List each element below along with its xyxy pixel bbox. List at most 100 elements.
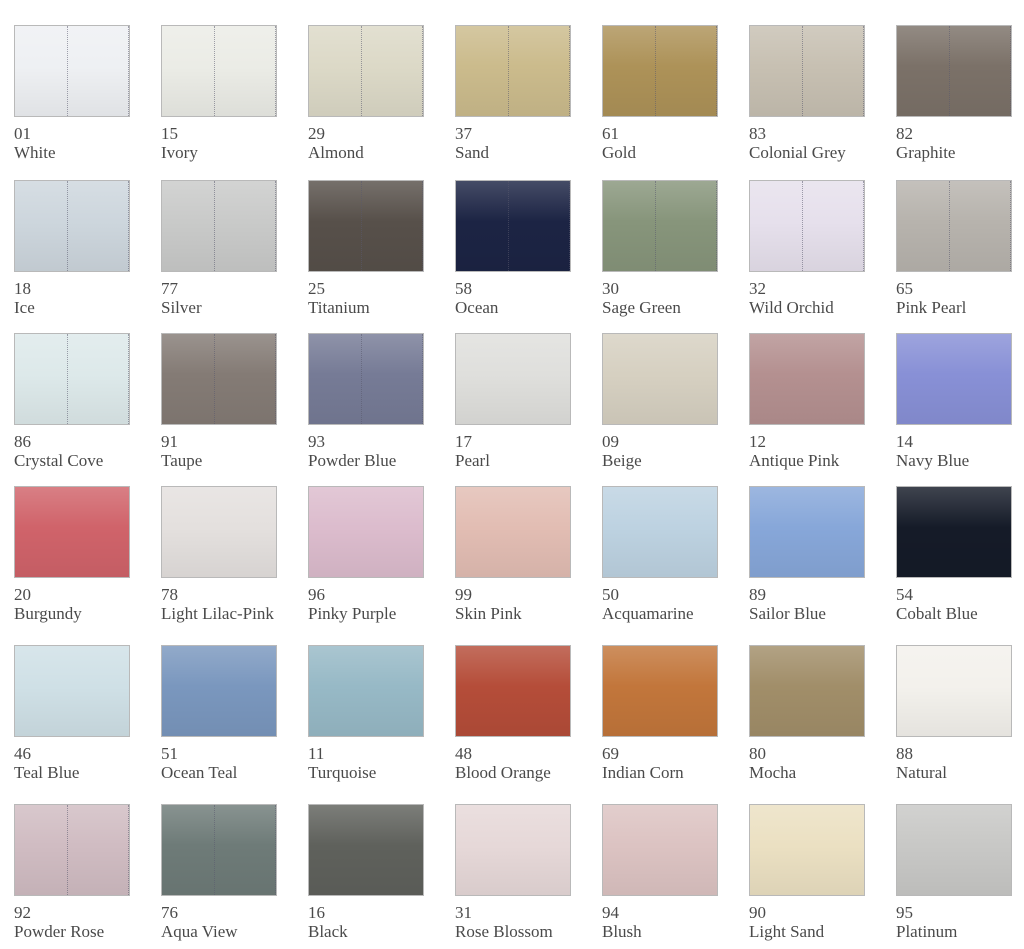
swatch-code: 51 (161, 744, 178, 763)
color-swatch[interactable] (749, 25, 865, 117)
color-swatch[interactable] (896, 333, 1012, 425)
swatch-card[interactable]: 94 Blush (602, 804, 720, 941)
swatch-card[interactable]: 76 Aqua View (161, 804, 279, 941)
color-swatch[interactable] (161, 180, 277, 272)
color-swatch[interactable] (308, 804, 424, 896)
swatch-code: 50 (602, 585, 619, 604)
color-swatch[interactable] (455, 804, 571, 896)
color-swatch[interactable] (14, 25, 130, 117)
color-swatch[interactable] (14, 333, 130, 425)
swatch-card[interactable]: 32 Wild Orchid (749, 180, 867, 317)
swatch-card[interactable]: 78 Light Lilac-Pink (161, 486, 279, 623)
hemstitch-line (569, 181, 570, 271)
color-swatch[interactable] (602, 180, 718, 272)
color-swatch[interactable] (308, 333, 424, 425)
color-swatch[interactable] (749, 804, 865, 896)
swatch-card[interactable]: 37 Sand (455, 25, 573, 162)
swatch-card[interactable]: 48 Blood Orange (455, 645, 573, 782)
swatch-card[interactable]: 16 Black (308, 804, 426, 941)
swatch-name: Pinky Purple (308, 604, 397, 623)
color-swatch[interactable] (308, 25, 424, 117)
color-swatch[interactable] (749, 180, 865, 272)
swatch-card[interactable]: 18 Ice (14, 180, 132, 317)
color-swatch[interactable] (749, 486, 865, 578)
color-swatch[interactable] (308, 180, 424, 272)
color-swatch[interactable] (602, 333, 718, 425)
fabric-sheen (456, 334, 570, 424)
color-swatch[interactable] (14, 645, 130, 737)
swatch-card[interactable]: 99 Skin Pink (455, 486, 573, 623)
color-swatch[interactable] (14, 180, 130, 272)
swatch-card[interactable]: 17 Pearl (455, 333, 573, 470)
swatch-card[interactable]: 51 Ocean Teal (161, 645, 279, 782)
color-swatch[interactable] (749, 333, 865, 425)
swatch-card[interactable]: 30 Sage Green (602, 180, 720, 317)
swatch-code: 17 (455, 432, 472, 451)
color-swatch[interactable] (161, 804, 277, 896)
swatch-card[interactable]: 58 Ocean (455, 180, 573, 317)
color-swatch[interactable] (455, 486, 571, 578)
swatch-card[interactable]: 90 Light Sand (749, 804, 867, 941)
swatch-code: 54 (896, 585, 913, 604)
fabric-sheen (162, 181, 276, 271)
color-swatch[interactable] (896, 804, 1012, 896)
color-swatch[interactable] (14, 486, 130, 578)
swatch-card[interactable]: 88 Natural (896, 645, 1014, 782)
swatch-card[interactable]: 82 Graphite (896, 25, 1014, 162)
swatch-card[interactable]: 77 Silver (161, 180, 279, 317)
swatch-card[interactable]: 96 Pinky Purple (308, 486, 426, 623)
color-swatch[interactable] (896, 645, 1012, 737)
swatch-card[interactable]: 11 Turquoise (308, 645, 426, 782)
color-swatch[interactable] (14, 804, 130, 896)
swatch-card[interactable]: 61 Gold (602, 25, 720, 162)
color-swatch[interactable] (455, 333, 571, 425)
color-swatch[interactable] (896, 25, 1012, 117)
swatch-card[interactable]: 95 Platinum (896, 804, 1014, 941)
color-swatch[interactable] (308, 645, 424, 737)
swatch-card[interactable]: 50 Acquamarine (602, 486, 720, 623)
swatch-card[interactable]: 83 Colonial Grey (749, 25, 867, 162)
swatch-card[interactable]: 65 Pink Pearl (896, 180, 1014, 317)
swatch-card[interactable]: 89 Sailor Blue (749, 486, 867, 623)
swatch-card[interactable]: 92 Powder Rose (14, 804, 132, 941)
color-swatch[interactable] (161, 333, 277, 425)
color-swatch[interactable] (455, 25, 571, 117)
swatch-card[interactable]: 54 Cobalt Blue (896, 486, 1014, 623)
swatch-code: 29 (308, 124, 325, 143)
swatch-card[interactable]: 20 Burgundy (14, 486, 132, 623)
color-swatch[interactable] (161, 486, 277, 578)
color-swatch[interactable] (602, 486, 718, 578)
color-swatch[interactable] (161, 25, 277, 117)
swatch-code: 12 (749, 432, 766, 451)
swatch-card[interactable]: 86 Crystal Cove (14, 333, 132, 470)
swatch-card[interactable]: 31 Rose Blossom (455, 804, 573, 941)
hemstitch-line (67, 181, 68, 271)
color-swatch[interactable] (455, 645, 571, 737)
swatch-card[interactable]: 25 Titanium (308, 180, 426, 317)
swatch-card[interactable]: 91 Taupe (161, 333, 279, 470)
color-swatch[interactable] (161, 645, 277, 737)
swatch-card[interactable]: 12 Antique Pink (749, 333, 867, 470)
swatch-card[interactable]: 93 Powder Blue (308, 333, 426, 470)
color-swatch[interactable] (455, 180, 571, 272)
color-swatch[interactable] (308, 486, 424, 578)
swatch-name: Platinum (896, 922, 958, 941)
color-swatch[interactable] (602, 645, 718, 737)
swatch-code: 20 (14, 585, 31, 604)
color-swatch[interactable] (896, 486, 1012, 578)
swatch-code: 46 (14, 744, 31, 763)
fabric-sheen (456, 181, 570, 271)
swatch-card[interactable]: 01 White (14, 25, 132, 162)
swatch-card[interactable]: 80 Mocha (749, 645, 867, 782)
swatch-card[interactable]: 29 Almond (308, 25, 426, 162)
swatch-card[interactable]: 46 Teal Blue (14, 645, 132, 782)
swatch-card[interactable]: 14 Navy Blue (896, 333, 1014, 470)
color-swatch[interactable] (749, 645, 865, 737)
color-swatch[interactable] (896, 180, 1012, 272)
swatch-card[interactable]: 09 Beige (602, 333, 720, 470)
color-swatch[interactable] (602, 25, 718, 117)
swatch-name: Light Lilac-Pink (161, 604, 274, 623)
swatch-card[interactable]: 15 Ivory (161, 25, 279, 162)
swatch-card[interactable]: 69 Indian Corn (602, 645, 720, 782)
color-swatch[interactable] (602, 804, 718, 896)
